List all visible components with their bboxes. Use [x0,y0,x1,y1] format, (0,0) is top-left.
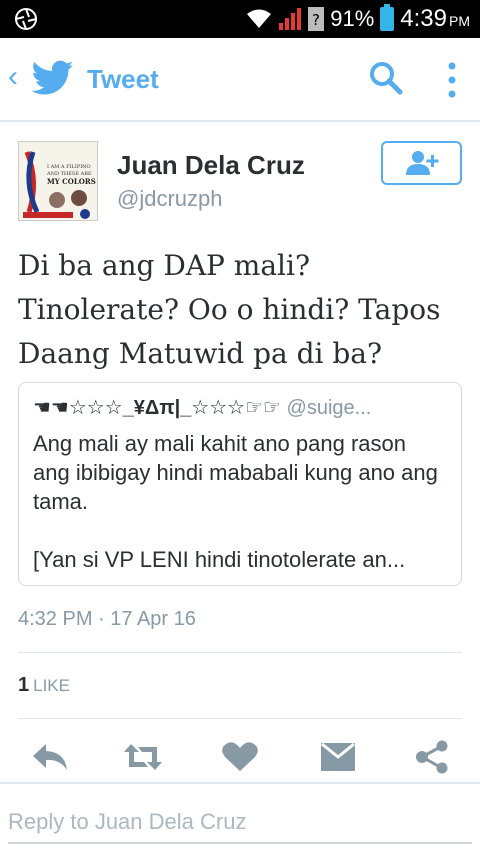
avatar[interactable]: I AM A FILIPINO AND THESE ARE MY COLORS [18,141,98,221]
reply-underline [8,842,472,844]
clock-ampm: PM [449,13,470,29]
wifi-icon [247,9,272,28]
status-right: ? 91% 4:39 PM [246,4,470,33]
page-title: Tweet [87,64,159,94]
tweet-timestamp: 4:32 PM · 17 Apr 16 [18,608,196,630]
signal-icon [279,8,302,30]
follow-button[interactable] [381,141,462,185]
add-user-icon [405,151,438,175]
author-name[interactable]: Juan Dela Cruz [117,150,305,181]
retweet-icon[interactable] [123,740,163,774]
more-vert-icon[interactable] [440,60,464,100]
avatar-text-3: MY COLORS [47,177,96,186]
author-handle[interactable]: @jdcruzph [117,186,223,212]
battery-percent: 91% [330,6,375,31]
quoted-author-name: ☚☚☆☆☆_¥Δπ|_☆☆☆☞☞ [33,397,281,419]
divider [0,782,480,784]
tweet-actions [0,734,480,780]
tweet-text: Di ba ang DAP mali? Tinolerate? Oo o hin… [18,249,441,370]
quoted-author-handle: @suige... [286,397,372,419]
battery-icon [380,4,395,31]
avatar-text-1: I AM A FILIPINO [47,164,91,170]
like-count-value: 1 [18,674,30,696]
reply-input[interactable] [8,802,472,842]
aperture-icon [15,8,37,30]
avatar-image: I AM A FILIPINO AND THESE ARE MY COLORS [19,142,97,220]
divider [18,652,462,653]
twitter-bird-icon[interactable] [32,60,74,96]
app-bar: ‹ Tweet [0,38,480,122]
back-button[interactable]: ‹ [8,62,18,92]
like-heart-icon[interactable] [220,740,260,774]
divider [18,718,462,719]
quoted-text-continued: [Yan si VP LENI hindi tinotolerate an... [33,547,406,572]
reply-box [0,796,480,846]
like-count-label: LIKE [33,676,70,695]
clock-time: 4:39 [400,5,447,32]
share-icon[interactable] [412,740,452,774]
unknown-sim-icon: ? [308,7,325,31]
direct-message-icon[interactable] [318,740,358,774]
like-count[interactable]: 1 LIKE [18,674,70,697]
quoted-text: Ang mali ay mali kahit ano pang rason an… [33,431,438,514]
status-bar: ? 91% 4:39 PM [0,0,480,38]
quoted-header: ☚☚☆☆☆_¥Δπ|_☆☆☆☞☞ @suige... [33,395,447,421]
quoted-tweet[interactable]: ☚☚☆☆☆_¥Δπ|_☆☆☆☞☞ @suige... Ang mali ay m… [18,382,462,586]
svg-text:?: ? [312,11,320,29]
search-icon[interactable] [368,60,404,96]
reply-icon[interactable] [30,740,70,774]
